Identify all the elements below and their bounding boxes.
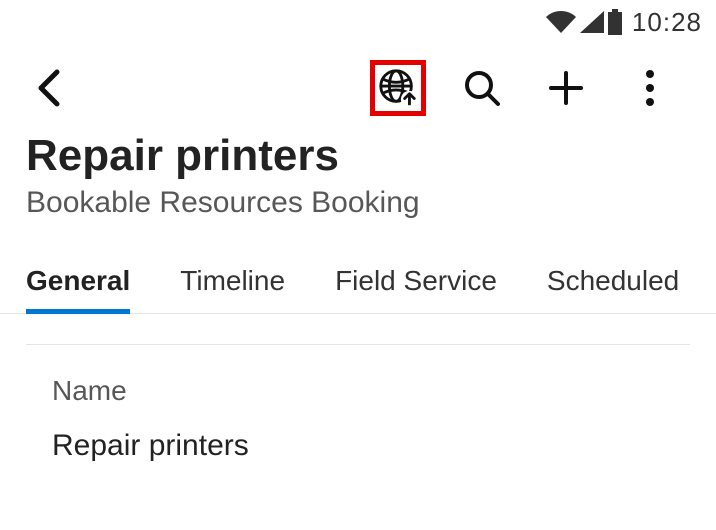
chevron-left-icon (35, 68, 61, 108)
page-title: Repair printers (26, 132, 690, 180)
tab-scheduled[interactable]: Scheduled (547, 248, 679, 313)
add-button[interactable] (538, 60, 594, 116)
globe-upload-icon (377, 66, 419, 110)
wifi-icon (546, 11, 576, 33)
plus-icon (546, 68, 586, 108)
battery-icon (608, 9, 622, 35)
page-subtitle: Bookable Resources Booking (26, 186, 690, 220)
status-time: 10:28 (632, 7, 702, 38)
form-area: Name Repair printers (0, 314, 716, 463)
kebab-icon (645, 69, 655, 107)
tab-field-service[interactable]: Field Service (335, 248, 497, 313)
field-label-name: Name (52, 375, 664, 407)
app-bar (0, 44, 716, 132)
title-block: Repair printers Bookable Resources Booki… (0, 132, 716, 238)
tab-timeline[interactable]: Timeline (180, 248, 285, 313)
back-button[interactable] (24, 64, 72, 112)
status-bar: 10:28 (0, 0, 716, 44)
tabs: General Timeline Field Service Scheduled (0, 248, 716, 314)
overflow-menu-button[interactable] (622, 60, 678, 116)
tab-general[interactable]: General (26, 248, 130, 313)
status-icons (546, 9, 622, 35)
search-icon (462, 68, 502, 108)
field-value-name[interactable]: Repair printers (52, 429, 664, 463)
cell-signal-icon (580, 11, 604, 33)
globe-sync-button[interactable] (370, 60, 426, 116)
search-button[interactable] (454, 60, 510, 116)
